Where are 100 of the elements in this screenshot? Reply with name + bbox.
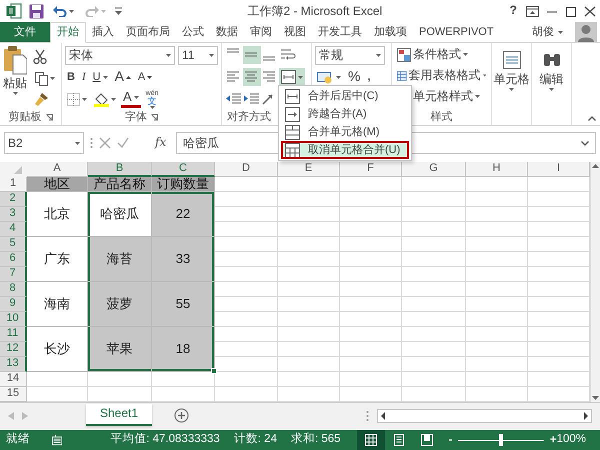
- empty-cell[interactable]: [340, 327, 402, 342]
- row-header[interactable]: 4: [0, 222, 27, 237]
- help-button[interactable]: ?: [508, 2, 519, 20]
- new-sheet-icon[interactable]: [174, 408, 190, 423]
- empty-cell[interactable]: [215, 312, 278, 327]
- row-header[interactable]: 11: [0, 327, 27, 342]
- horizontal-scrollbar[interactable]: [377, 408, 592, 422]
- zoom-in-button[interactable]: +: [550, 434, 557, 446]
- empty-cell[interactable]: [215, 357, 278, 372]
- vertical-scrollbar[interactable]: [590, 162, 600, 402]
- empty-cell[interactable]: [278, 327, 340, 342]
- empty-cell[interactable]: [215, 267, 278, 282]
- empty-cell[interactable]: [215, 252, 278, 267]
- empty-cell[interactable]: [466, 327, 528, 342]
- underline-button[interactable]: U: [90, 68, 110, 86]
- slider-thumb[interactable]: [499, 434, 504, 446]
- empty-cell[interactable]: [278, 357, 340, 372]
- empty-cell[interactable]: [340, 237, 402, 252]
- empty-cell[interactable]: [278, 312, 340, 327]
- row-header[interactable]: 6: [0, 252, 27, 267]
- menu-item[interactable]: 合并单元格(M): [281, 123, 409, 141]
- empty-cell[interactable]: [215, 237, 278, 252]
- fill-handle[interactable]: [211, 368, 217, 374]
- ribbon-tab[interactable]: 开始: [50, 22, 86, 43]
- dialog-launcher-icon[interactable]: [151, 114, 158, 121]
- empty-cell[interactable]: [340, 372, 402, 387]
- empty-cell[interactable]: [215, 222, 278, 237]
- ribbon-tab[interactable]: 公式: [176, 22, 210, 42]
- empty-cell[interactable]: [278, 207, 340, 222]
- table-cell[interactable]: 长沙: [27, 327, 88, 372]
- row-header[interactable]: 1: [0, 177, 27, 192]
- editing-button[interactable]: 编辑: [535, 49, 568, 92]
- table-cell[interactable]: 哈密瓜: [88, 192, 152, 237]
- empty-cell[interactable]: [402, 357, 466, 372]
- empty-cell[interactable]: [402, 192, 466, 207]
- align-center-icon[interactable]: [243, 68, 261, 86]
- save-icon[interactable]: [29, 4, 44, 18]
- row-header[interactable]: 12: [0, 342, 27, 357]
- column-header[interactable]: G: [402, 162, 466, 177]
- view-button[interactable]: [356, 430, 385, 450]
- empty-cell[interactable]: [215, 342, 278, 357]
- empty-cell[interactable]: [402, 177, 466, 192]
- copy-button[interactable]: [33, 69, 57, 88]
- ribbon-tab[interactable]: 审阅: [244, 22, 278, 42]
- row-header[interactable]: 5: [0, 237, 27, 252]
- empty-cell[interactable]: [340, 282, 402, 297]
- ribbon-tab[interactable]: POWERPIVOT: [413, 22, 500, 42]
- column-header[interactable]: I: [528, 162, 590, 177]
- row-header[interactable]: 13: [0, 357, 27, 372]
- scroll-up-icon[interactable]: [592, 164, 599, 168]
- decrease-font-button[interactable]: A: [136, 68, 154, 86]
- empty-cell[interactable]: [466, 237, 528, 252]
- avatar[interactable]: [575, 22, 597, 42]
- scroll-down-icon[interactable]: [592, 396, 599, 400]
- italic-button[interactable]: I: [80, 68, 88, 86]
- row-header[interactable]: 2: [0, 192, 27, 207]
- column-header[interactable]: E: [278, 162, 340, 177]
- ribbon-tab[interactable]: 开发工具: [312, 22, 368, 42]
- align-middle-icon[interactable]: [243, 46, 261, 64]
- empty-cell[interactable]: [466, 192, 528, 207]
- menu-item[interactable]: 取消单元格合并(U): [281, 141, 409, 159]
- empty-cell[interactable]: [402, 252, 466, 267]
- cancel-icon[interactable]: [99, 137, 111, 149]
- account-button[interactable]: 胡俊: [526, 22, 569, 42]
- column-header[interactable]: F: [340, 162, 402, 177]
- ribbon-tab[interactable]: 视图: [278, 22, 312, 42]
- empty-cell[interactable]: [340, 252, 402, 267]
- empty-cell[interactable]: [466, 312, 528, 327]
- cells-button[interactable]: 单元格: [495, 49, 528, 92]
- row-header[interactable]: 15: [0, 387, 27, 402]
- column-header[interactable]: C: [152, 162, 215, 177]
- expand-caret-icon[interactable]: [581, 140, 589, 146]
- column-header[interactable]: B: [88, 162, 152, 177]
- table-cell[interactable]: 广东: [27, 237, 88, 282]
- empty-cell[interactable]: [466, 222, 528, 237]
- table-cell[interactable]: 海苔: [88, 237, 152, 282]
- empty-cell[interactable]: [278, 237, 340, 252]
- empty-cell[interactable]: [215, 327, 278, 342]
- empty-cell[interactable]: [402, 282, 466, 297]
- empty-cell[interactable]: [466, 342, 528, 357]
- column-header[interactable]: D: [215, 162, 278, 177]
- resize-handle-icon[interactable]: [90, 137, 93, 149]
- macro-record-icon[interactable]: [52, 434, 62, 446]
- empty-cell[interactable]: [152, 372, 215, 387]
- empty-cell[interactable]: [278, 222, 340, 237]
- table-cell[interactable]: 18: [152, 327, 215, 372]
- scissors-icon[interactable]: [33, 49, 47, 65]
- increase-font-button[interactable]: A: [112, 68, 133, 86]
- insert-function-button[interactable]: fx: [155, 136, 166, 150]
- row-header[interactable]: 8: [0, 282, 27, 297]
- comma-button[interactable]: ,: [365, 68, 373, 86]
- row-header[interactable]: 14: [0, 372, 27, 387]
- scroll-right-icon[interactable]: [581, 410, 591, 422]
- empty-cell[interactable]: [402, 327, 466, 342]
- table-cell[interactable]: 北京: [27, 192, 88, 237]
- menu-item[interactable]: 跨越合并(A): [281, 105, 409, 123]
- ribbon-tab[interactable]: 页面布局: [120, 22, 176, 42]
- empty-cell[interactable]: [466, 372, 528, 387]
- empty-cell[interactable]: [278, 282, 340, 297]
- empty-cell[interactable]: [278, 342, 340, 357]
